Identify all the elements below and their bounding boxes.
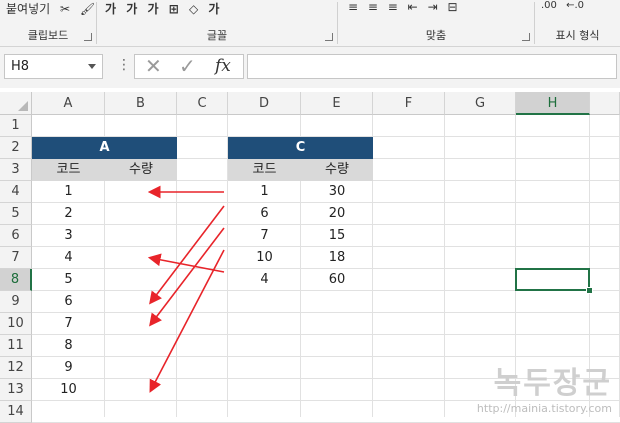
bold-button[interactable]: 가 bbox=[105, 0, 116, 17]
more-options-icon[interactable]: ⋮ bbox=[117, 57, 131, 73]
decimal-icon[interactable]: .00 bbox=[541, 0, 557, 11]
align-center-icon[interactable]: ≡ bbox=[368, 0, 378, 14]
clipboard-launcher-icon[interactable] bbox=[84, 33, 92, 41]
formula-bar: H8 ⋮ ✕ ✓ fx bbox=[0, 47, 620, 88]
decrease-indent-icon[interactable]: ⇤ bbox=[408, 0, 418, 14]
watermark-title: 녹두장군 bbox=[493, 366, 612, 401]
enter-icon[interactable]: ✓ bbox=[179, 55, 196, 78]
fill-color-icon[interactable]: ◇ bbox=[189, 2, 198, 16]
underline-button[interactable]: 가 bbox=[147, 0, 158, 17]
increase-decimal-icon[interactable]: ←.0 bbox=[566, 0, 584, 11]
name-box[interactable]: H8 bbox=[4, 54, 103, 79]
formula-input[interactable] bbox=[247, 54, 617, 79]
increase-indent-icon[interactable]: ⇥ bbox=[428, 0, 438, 14]
clipboard-group-label: 클립보드 bbox=[27, 29, 69, 42]
chevron-down-icon[interactable] bbox=[88, 64, 96, 69]
insert-function-button[interactable]: fx bbox=[215, 55, 231, 78]
font-group: 가 가 가 ⊞ ◇ 가 글꼴 bbox=[97, 0, 337, 46]
watermark-url: http://mainia.tistory.com bbox=[476, 402, 612, 415]
merge-icon[interactable]: ⊟ bbox=[447, 0, 457, 14]
arrow-line bbox=[149, 205, 225, 305]
formula-buttons: ✕ ✓ fx bbox=[134, 54, 244, 79]
font-launcher-icon[interactable] bbox=[325, 33, 333, 41]
format-painter-icon[interactable]: 🖌 bbox=[80, 2, 95, 16]
font-group-label: 글꼴 bbox=[206, 29, 228, 42]
italic-button[interactable]: 가 bbox=[126, 0, 137, 17]
alignment-group-label: 맞춤 bbox=[425, 29, 447, 42]
watermark: 녹두장군 http://mainia.tistory.com bbox=[477, 358, 612, 415]
align-left-icon[interactable]: ≡ bbox=[348, 0, 358, 14]
number-group: .00 ←.0 표시 형식 bbox=[535, 0, 620, 46]
arrow-line bbox=[149, 249, 225, 393]
font-color-button[interactable]: 가 bbox=[208, 0, 219, 17]
align-right-icon[interactable]: ≡ bbox=[388, 0, 398, 14]
worksheet-grid[interactable]: A B C D E F G H 1 2 3 4 5 6 7 8 9 10 11 12 13 14 A 코드 수량 1 2 3 4 5 6 7 8… bbox=[0, 92, 620, 423]
cancel-icon[interactable]: ✕ bbox=[145, 55, 162, 78]
cut-icon[interactable]: ✂ bbox=[60, 2, 70, 16]
ribbon: 붙여넣기 ✂ 🖌 클립보드 가 가 가 ⊞ ◇ 가 글꼴 ≡ ≡ ≡ ⇤ ⇥ ⊟… bbox=[0, 0, 620, 47]
name-box-value: H8 bbox=[11, 59, 30, 74]
clipboard-group: 붙여넣기 ✂ 🖌 클립보드 bbox=[0, 0, 96, 46]
alignment-launcher-icon[interactable] bbox=[522, 33, 530, 41]
border-icon[interactable]: ⊞ bbox=[169, 2, 179, 16]
arrow-line bbox=[149, 227, 225, 327]
paste-button[interactable]: 붙여넣기 bbox=[6, 0, 50, 17]
number-group-label: 표시 형식 bbox=[555, 29, 600, 42]
alignment-group: ≡ ≡ ≡ ⇤ ⇥ ⊟ 맞춤 bbox=[338, 0, 534, 46]
